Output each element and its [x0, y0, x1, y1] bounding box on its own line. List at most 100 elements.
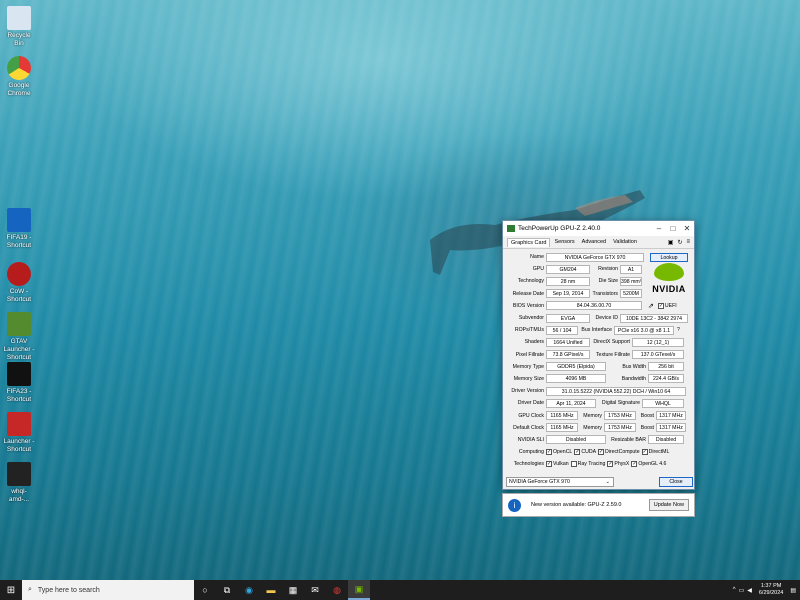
- windows-start-icon[interactable]: ⊞: [0, 580, 22, 600]
- texture-fillrate-label: Texture Fillrate: [595, 351, 630, 358]
- search-icon: ⌕: [28, 586, 32, 593]
- default-clock-field: 1165 MHz: [546, 423, 578, 433]
- cow-icon[interactable]: CoW - Shortcut: [2, 262, 36, 304]
- tab-bar: Graphics Card Sensors Advanced Validatio…: [503, 236, 694, 249]
- window-title: TechPowerUp GPU-Z 2.40.0: [518, 225, 601, 232]
- opengl-checkbox[interactable]: ✓: [631, 461, 638, 468]
- network-icon[interactable]: ▭: [739, 587, 745, 594]
- resizable-bar-field: Disabled: [648, 435, 684, 445]
- tab-advanced[interactable]: Advanced: [579, 238, 609, 246]
- maximize-button[interactable]: □: [666, 224, 680, 233]
- launcher-icon[interactable]: Launcher - Shortcut: [2, 412, 36, 454]
- share-icon[interactable]: ⇗: [648, 302, 654, 310]
- cuda-checkbox[interactable]: ✓: [574, 449, 581, 456]
- gpuz-taskbar-icon[interactable]: ▣: [348, 580, 370, 600]
- search-placeholder: Type here to search: [37, 586, 100, 594]
- update-message: New version available: GPU-Z 2.59.0: [531, 502, 622, 508]
- gpu-field: GM204: [546, 264, 590, 274]
- gpu-name-field: NVIDIA GeForce GTX 970: [546, 252, 644, 262]
- boost-label: Boost: [640, 412, 654, 419]
- bus-help-icon[interactable]: ?: [677, 327, 680, 333]
- close-window-button[interactable]: ✕: [680, 224, 694, 233]
- minimize-button[interactable]: –: [652, 224, 666, 233]
- texture-fillrate-field: 137.0 GTexel/s: [632, 350, 684, 360]
- driver-date-field: Apr 11, 2024: [546, 398, 596, 408]
- shaders-field: 1664 Unified: [546, 337, 590, 347]
- nvidia-logo-text: NVIDIA: [652, 284, 686, 294]
- mail-icon[interactable]: ✉: [304, 580, 326, 600]
- clock-time: 1:37 PM: [760, 583, 782, 589]
- die-size-label: Die Size: [598, 278, 618, 285]
- release-date-field: Sep 19, 2014: [546, 289, 590, 299]
- window-titlebar[interactable]: TechPowerUp GPU-Z 2.40.0 – □ ✕: [503, 221, 694, 236]
- uefi-checkbox[interactable]: ✓: [657, 302, 664, 309]
- memory-type-field: GDDR5 (Elpida): [546, 362, 606, 372]
- bios-field: 84.04.36.00.70: [546, 301, 642, 311]
- vulkan-label: Vulkan: [553, 461, 569, 468]
- update-now-button[interactable]: Update Now: [648, 499, 689, 511]
- clock[interactable]: 1:37 PM 6/29/2024: [759, 583, 783, 597]
- camera-icon[interactable]: ▣: [668, 239, 674, 246]
- shaders-label: Shaders: [524, 339, 544, 346]
- chrome-label: Google Chrome: [7, 82, 31, 97]
- nvidia-eye-icon: [654, 263, 684, 281]
- technology-label: Technology: [517, 278, 544, 285]
- directx-field: 12 (12_1): [632, 337, 684, 347]
- cortana-icon[interactable]: ○: [194, 580, 216, 600]
- transistors-label: Transistors: [592, 290, 618, 297]
- bus-interface-label: Bus Interface: [581, 327, 612, 334]
- chrome-taskbar-icon[interactable]: ◍: [326, 580, 348, 600]
- vulkan-checkbox[interactable]: ✓: [546, 461, 552, 468]
- volume-icon[interactable]: ◀: [747, 587, 752, 594]
- ray-tracing-checkbox[interactable]: [570, 461, 577, 468]
- cuda-label: CUDA: [581, 449, 597, 456]
- refresh-icon[interactable]: ↻: [677, 239, 682, 246]
- fifa23-icon[interactable]: FIFA23 - Shortcut: [2, 362, 36, 404]
- physx-checkbox[interactable]: ✓: [607, 461, 614, 468]
- task-view-icon[interactable]: ⧉: [216, 580, 238, 600]
- tab-sensors[interactable]: Sensors: [551, 238, 577, 246]
- ray-tracing-label: Ray Tracing: [577, 461, 606, 468]
- tab-validation[interactable]: Validation: [610, 238, 640, 246]
- rops-field: 56 / 104: [546, 325, 578, 335]
- close-button[interactable]: Close: [659, 477, 693, 487]
- technology-field: 28 nm: [546, 276, 590, 286]
- directml-label: DirectML: [648, 449, 670, 456]
- memory-size-label: Memory Size: [513, 375, 544, 382]
- gpu-clock-label: GPU Clock: [518, 412, 544, 419]
- opencl-label: OpenCL: [553, 449, 573, 456]
- recycle-bin-icon[interactable]: Recycle Bin: [2, 6, 36, 48]
- edge-icon[interactable]: ◉: [238, 580, 260, 600]
- lookup-button[interactable]: Lookup: [650, 252, 688, 262]
- directx-label: DirectX Support: [593, 339, 630, 346]
- device-id-field: 10DE 13C2 - 3842 2974: [620, 313, 688, 323]
- gtav-icon[interactable]: GTAV Launcher - Shortcut: [2, 312, 36, 362]
- gpuz-window: TechPowerUp GPU-Z 2.40.0 – □ ✕ Graphics …: [502, 220, 695, 490]
- bus-width-label: Bus Width: [622, 363, 646, 370]
- digital-signature-label: Digital Signature: [601, 400, 640, 407]
- menu-icon[interactable]: ≡: [686, 239, 690, 246]
- directcompute-checkbox[interactable]: ✓: [598, 449, 605, 456]
- resizable-bar-label: Resizable BAR: [611, 436, 646, 443]
- opencl-checkbox[interactable]: ✓: [546, 449, 552, 456]
- digital-signature-field: WHQL: [642, 398, 684, 408]
- fifa19-icon[interactable]: FIFA19 - Shortcut: [2, 208, 36, 250]
- notifications-icon[interactable]: ▤: [790, 587, 796, 594]
- system-tray: ^ ▭ ◀ 1:37 PM 6/29/2024 ▤: [733, 583, 800, 597]
- info-icon: i: [508, 498, 521, 512]
- subvendor-field: EVGA: [546, 313, 590, 323]
- file-explorer-icon[interactable]: ▬: [260, 580, 282, 600]
- launcher-label: Launcher - Shortcut: [3, 438, 35, 453]
- whql-amd-icon[interactable]: whql-amd-...: [2, 462, 36, 504]
- directml-checkbox[interactable]: ✓: [641, 449, 648, 456]
- tab-graphics-card[interactable]: Graphics Card: [507, 237, 551, 247]
- driver-date-label: Driver Date: [517, 400, 544, 407]
- chevron-up-icon[interactable]: ^: [733, 587, 736, 593]
- taskbar-search-box[interactable]: ⌕ Type here to search: [22, 580, 194, 600]
- store-icon[interactable]: ▦: [282, 580, 304, 600]
- physx-label: PhysX: [614, 461, 630, 468]
- pixel-fillrate-field: 73.8 GPixel/s: [546, 350, 590, 360]
- pixel-fillrate-label: Pixel Fillrate: [515, 351, 544, 358]
- gpu-select-dropdown[interactable]: NVIDIA GeForce GTX 970 ⌄: [506, 477, 614, 487]
- chrome-desktop-icon[interactable]: Google Chrome: [2, 56, 36, 98]
